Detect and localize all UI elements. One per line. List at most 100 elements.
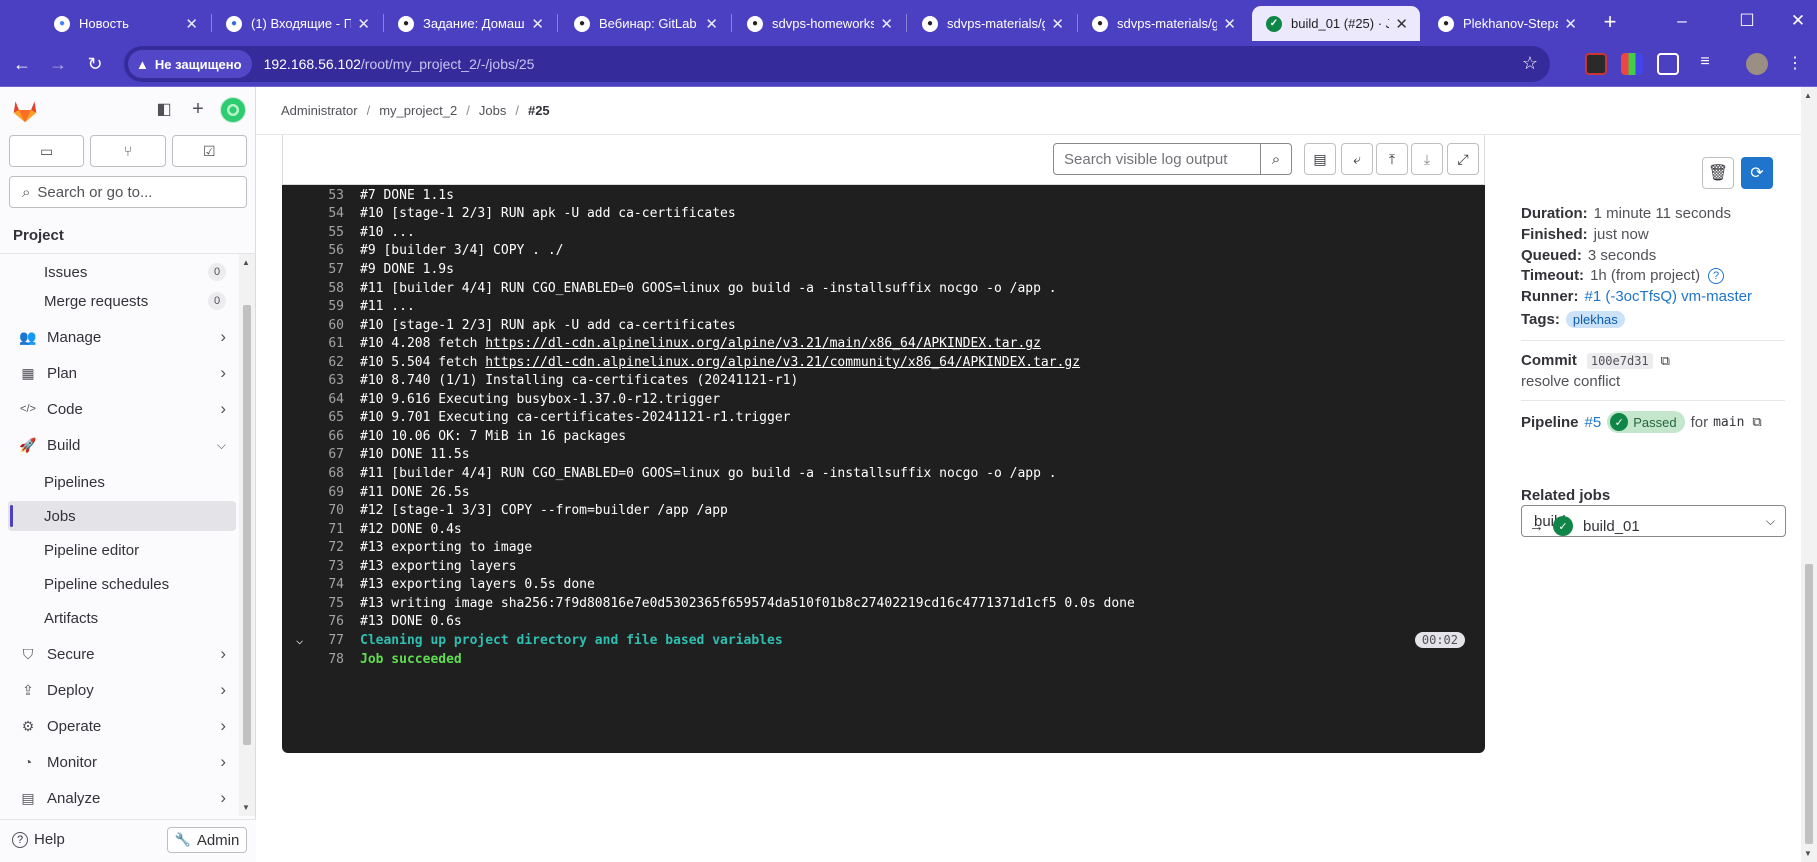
browser-tab[interactable]: ● Новость ✕ — [40, 6, 210, 41]
sidebar-item-analyze[interactable]: ▤ Analyze › — [8, 783, 236, 813]
line-number[interactable]: 69 — [306, 485, 344, 500]
line-number[interactable]: 66 — [306, 429, 344, 444]
line-number[interactable]: 72 — [306, 540, 344, 555]
line-number[interactable]: 61 — [306, 336, 344, 351]
puzzle-icon[interactable] — [1657, 53, 1679, 75]
close-tab-icon[interactable]: ✕ — [185, 15, 198, 33]
line-number[interactable]: 64 — [306, 392, 344, 407]
media-control-icon[interactable]: ≡ — [1694, 53, 1716, 75]
line-number[interactable]: 56 — [306, 243, 344, 258]
wrap-lines-button[interactable]: ⤶ — [1341, 143, 1373, 175]
sidebar-item-monitor[interactable]: ◔ Monitor › — [8, 747, 236, 777]
line-number[interactable]: 53 — [306, 188, 344, 203]
line-number[interactable]: 62 — [306, 355, 344, 370]
scroll-thumb[interactable] — [1805, 564, 1813, 844]
sidebar-item-pipeline-schedules[interactable]: Pipeline schedules — [8, 569, 236, 599]
help-button[interactable]: ? Help — [12, 831, 65, 848]
sidebar-item-code[interactable]: </> Code › — [8, 394, 236, 424]
line-number[interactable]: 55 — [306, 225, 344, 240]
close-tab-icon[interactable]: ✕ — [1564, 15, 1577, 33]
sidebar-scrollbar[interactable]: ▲ ▼ — [239, 254, 255, 816]
line-number[interactable]: 65 — [306, 410, 344, 425]
close-tab-icon[interactable]: ✕ — [705, 15, 718, 33]
copy-icon[interactable]: ⧉ — [1661, 353, 1670, 369]
erase-job-button[interactable]: 🗑 — [1702, 157, 1734, 189]
gitlab-logo-icon[interactable] — [11, 97, 39, 123]
log-search-button[interactable]: ⌕ — [1260, 143, 1292, 175]
related-job-item[interactable]: → ✓ build_01 — [1529, 516, 1640, 536]
runner-link[interactable]: #1 (-3ocTfsQ) vm-master — [1585, 288, 1753, 305]
browser-tab[interactable]: ● sdvps-materials/git ✕ — [1078, 6, 1248, 41]
pipeline-status-badge[interactable]: ✓ Passed — [1607, 411, 1685, 433]
url-text[interactable]: 192.168.56.102/root/my_project_2/-/jobs/… — [264, 56, 535, 72]
close-tab-icon[interactable]: ✕ — [357, 15, 370, 33]
log-link[interactable]: https://dl-cdn.alpinelinux.org/alpine/v3… — [485, 355, 1080, 370]
sidebar-item-manage[interactable]: 👥 Manage › — [8, 322, 236, 352]
breadcrumb-current[interactable]: #25 — [528, 103, 550, 118]
line-number[interactable]: 74 — [306, 577, 344, 592]
line-number[interactable]: 57 — [306, 262, 344, 277]
browser-tab[interactable]: ● Задание: Домашнее ✕ — [384, 6, 556, 41]
todo-shortcut-icon[interactable]: ☑ — [171, 135, 247, 167]
maximize-button[interactable]: ☐ — [1720, 0, 1774, 41]
sidebar-item-deploy[interactable]: ⇪ Deploy › — [8, 675, 236, 705]
raw-log-button[interactable]: ▤ — [1304, 143, 1336, 175]
close-tab-icon[interactable]: ✕ — [1395, 15, 1408, 33]
browser-tab[interactable]: ✓ build_01 (#25) · Jobs ✕ — [1252, 6, 1420, 41]
line-number[interactable]: 73 — [306, 559, 344, 574]
line-number[interactable]: 71 — [306, 522, 344, 537]
line-number[interactable]: 58 — [306, 281, 344, 296]
line-number[interactable]: 78 — [306, 652, 344, 667]
merge-requests-shortcut-icon[interactable]: ⑂ — [90, 135, 166, 167]
forward-button[interactable]: → — [44, 50, 72, 78]
sidebar-item-pipeline-editor[interactable]: Pipeline editor — [8, 535, 236, 565]
scroll-to-bottom-button[interactable]: ⤓ — [1411, 143, 1443, 175]
admin-button[interactable]: 🔧 Admin — [167, 827, 247, 853]
search-button[interactable]: ⌕ Search or go to... — [9, 176, 247, 208]
user-avatar[interactable] — [220, 97, 246, 123]
browser-tab[interactable]: ● sdvps-homeworks/ ✕ — [733, 6, 905, 41]
line-number[interactable]: 59 — [306, 299, 344, 314]
sidebar-item-artifacts[interactable]: Artifacts — [8, 603, 236, 633]
retry-job-button[interactable]: ⟳ — [1741, 157, 1773, 189]
omnibox[interactable]: ▲ Не защищено 192.168.56.102/root/my_pro… — [124, 46, 1550, 82]
close-tab-icon[interactable]: ✕ — [531, 15, 544, 33]
close-tab-icon[interactable]: ✕ — [880, 15, 893, 33]
browser-tab[interactable]: ● Вебинар: GitLab ✕ — [560, 6, 730, 41]
extension-icon[interactable] — [1585, 53, 1607, 75]
help-icon[interactable]: ? — [1708, 267, 1725, 284]
sidebar-item-issues[interactable]: Issues 0 — [8, 257, 236, 287]
pipeline-link[interactable]: #5 — [1585, 414, 1602, 431]
line-number[interactable]: 77 — [306, 633, 344, 648]
scroll-up-icon[interactable]: ▲ — [242, 258, 250, 267]
line-number[interactable]: 60 — [306, 318, 344, 333]
new-tab-button[interactable]: + — [1596, 8, 1624, 36]
sidebar-item-pipelines[interactable]: Pipelines — [8, 467, 236, 497]
line-number[interactable]: 75 — [306, 596, 344, 611]
breadcrumb-item[interactable]: Jobs — [479, 103, 506, 118]
copy-icon[interactable]: ⧉ — [1752, 414, 1761, 430]
log-search-input[interactable] — [1064, 150, 1260, 168]
scroll-down-icon[interactable]: ▼ — [1804, 849, 1812, 858]
sidebar-item-secure[interactable]: ⛉ Secure › — [8, 639, 236, 669]
close-window-button[interactable]: ✕ — [1771, 0, 1817, 41]
issues-shortcut-icon[interactable]: ▭ — [9, 135, 85, 167]
scroll-thumb[interactable] — [243, 305, 251, 745]
line-number[interactable]: 68 — [306, 466, 344, 481]
close-tab-icon[interactable]: ✕ — [1051, 15, 1064, 33]
bookmark-star-icon[interactable]: ☆ — [1522, 53, 1538, 74]
line-number[interactable]: 70 — [306, 503, 344, 518]
sidebar-toggle-icon[interactable]: ◧ — [152, 97, 176, 121]
extension-icon[interactable] — [1621, 53, 1643, 75]
profile-avatar[interactable] — [1746, 53, 1768, 75]
breadcrumb-item[interactable]: Administrator — [281, 103, 358, 118]
scroll-to-top-button[interactable]: ⤒ — [1376, 143, 1408, 175]
security-chip[interactable]: ▲ Не защищено — [128, 50, 252, 78]
commit-sha[interactable]: 100e7d31 — [1586, 352, 1653, 369]
sidebar-item-build[interactable]: 🚀 Build ⌵ — [8, 430, 236, 460]
scroll-up-icon[interactable]: ▲ — [1804, 91, 1812, 100]
create-new-icon[interactable]: + — [186, 97, 210, 121]
page-scrollbar[interactable]: ▲ ▼ — [1801, 87, 1817, 862]
browser-tab[interactable]: ● Plekhanov-Stepan/ ✕ — [1424, 6, 1589, 41]
sidebar-item-jobs[interactable]: Jobs — [8, 501, 236, 531]
